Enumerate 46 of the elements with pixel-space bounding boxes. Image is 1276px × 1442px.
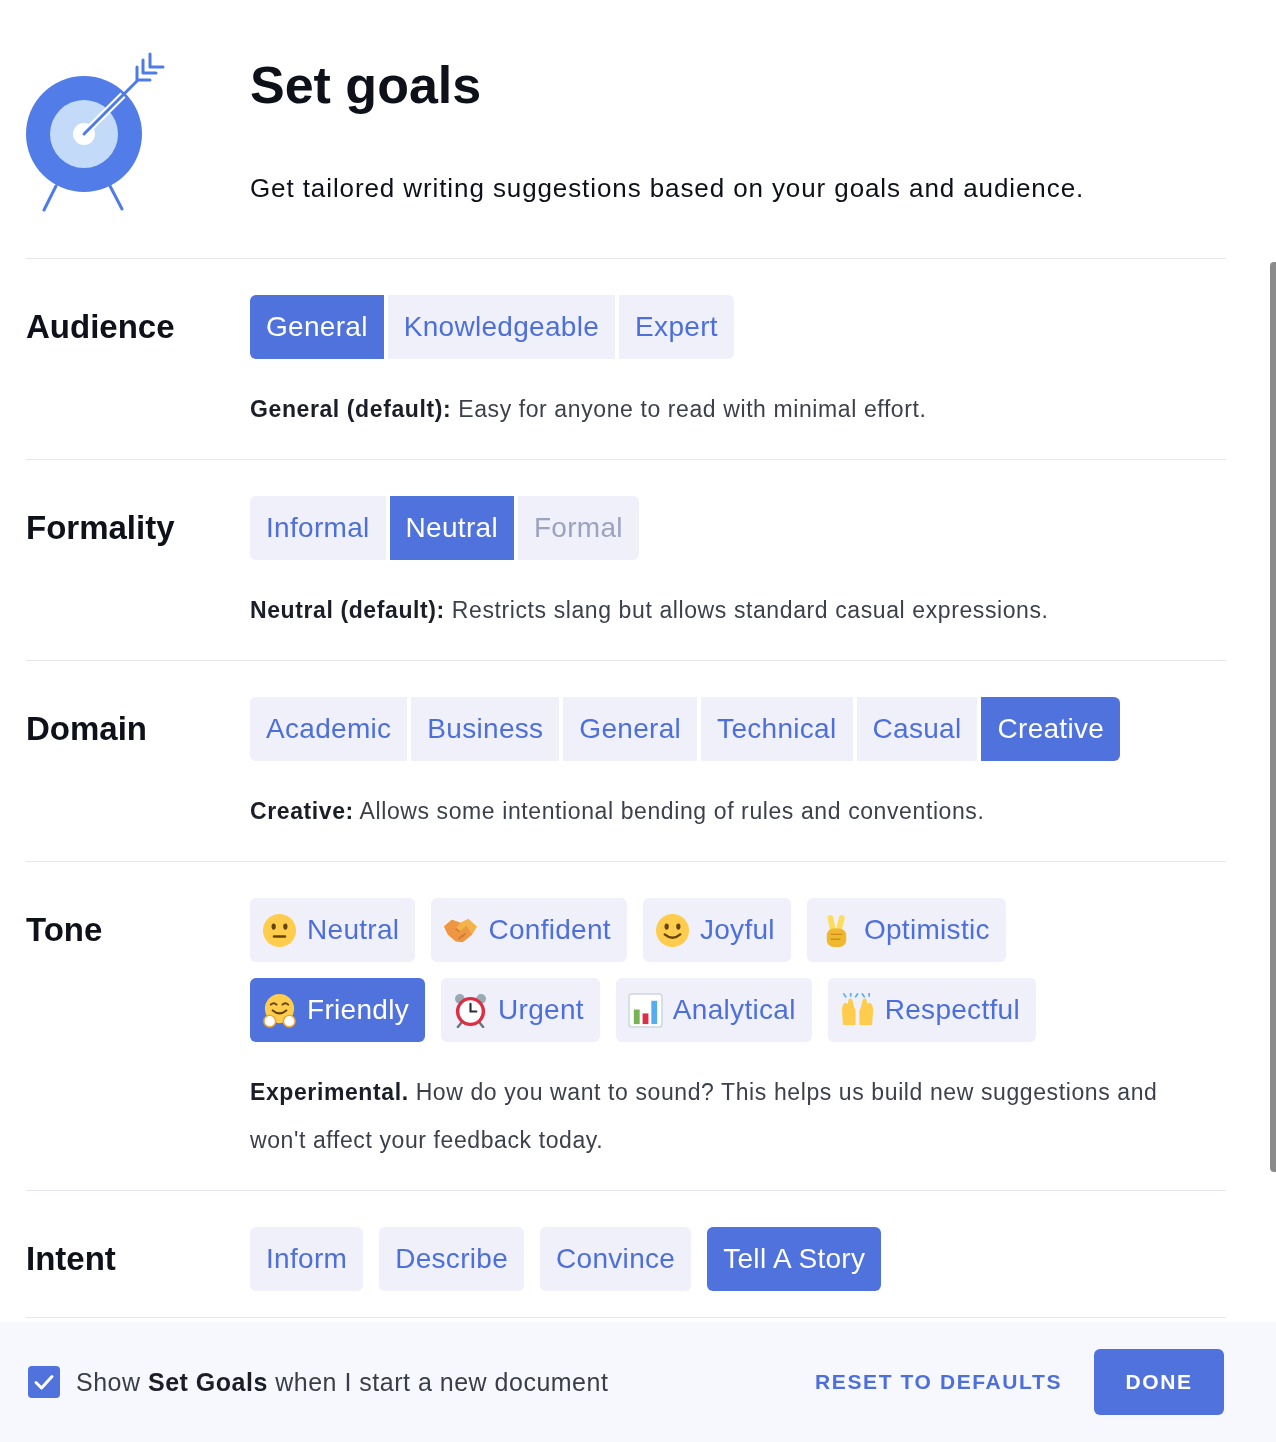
option-button[interactable]: Joyful (642, 898, 791, 962)
alarm-clock-icon (453, 992, 488, 1028)
section-label: Tone (26, 910, 104, 950)
scrollbar[interactable] (1270, 262, 1276, 1172)
bar-chart-icon (627, 992, 663, 1028)
option-button[interactable]: Confident (431, 898, 627, 962)
option-button[interactable]: Informal (250, 496, 386, 560)
option-button[interactable]: Neutral (389, 496, 514, 560)
option-button[interactable]: Friendly (250, 978, 425, 1042)
smiling-face-icon (654, 912, 690, 948)
option-button[interactable]: Knowledgeable (387, 295, 616, 359)
section-label: Audience (26, 307, 176, 347)
reset-defaults-button[interactable]: RESET TO DEFAULTS (815, 1370, 1062, 1394)
page-title: Set goals (250, 55, 483, 116)
hugging-face-icon (262, 992, 297, 1028)
section-description: General (default): Easy for anyone to read with minimal effort. (250, 395, 928, 424)
option-button[interactable]: Inform (250, 1227, 364, 1291)
option-button[interactable]: Convince (540, 1227, 692, 1291)
option-button[interactable]: Analytical (615, 978, 812, 1042)
option-button[interactable]: Business (411, 697, 560, 761)
option-button[interactable]: Urgent (441, 978, 600, 1042)
target-arrow-icon (26, 52, 166, 212)
checkbox[interactable] (28, 1366, 60, 1398)
option-button[interactable]: Describe (379, 1227, 525, 1291)
checkbox-label[interactable]: Show Set Goals when I start a new document (76, 1367, 609, 1397)
option-button[interactable]: Academic (250, 697, 408, 761)
section-label: Intent (26, 1239, 117, 1279)
section-label: Formality (26, 508, 176, 548)
option-button[interactable]: Expert (619, 295, 734, 359)
option-button[interactable]: Casual (856, 697, 978, 761)
done-button[interactable]: DONE (1094, 1349, 1224, 1415)
neutral-face-icon (262, 912, 297, 948)
section-description: Creative: Allows some intentional bending of rules and conventions. (250, 797, 986, 826)
option-button[interactable]: Optimistic (806, 898, 1006, 962)
option-button[interactable]: Technical (701, 697, 853, 761)
option-button[interactable]: General (563, 697, 698, 761)
section-description: Experimental. How do you want to sound? This helps us build new suggestions and won't affect your feedback today. (250, 1078, 1159, 1155)
option-button[interactable]: General (250, 295, 384, 359)
option-button[interactable]: Respectful (827, 978, 1036, 1042)
option-button[interactable]: Tell A Story (707, 1227, 882, 1291)
page-subtitle: Get tailored writing suggestions based on your goals and audience. (250, 172, 1085, 204)
raised-hands-icon (839, 992, 875, 1028)
option-button[interactable]: Neutral (250, 898, 416, 962)
section-description: Neutral (default): Restricts slang but allows standard casual expressions. (250, 596, 1050, 625)
section-label: Domain (26, 709, 148, 749)
option-button[interactable]: Creative (981, 697, 1121, 761)
